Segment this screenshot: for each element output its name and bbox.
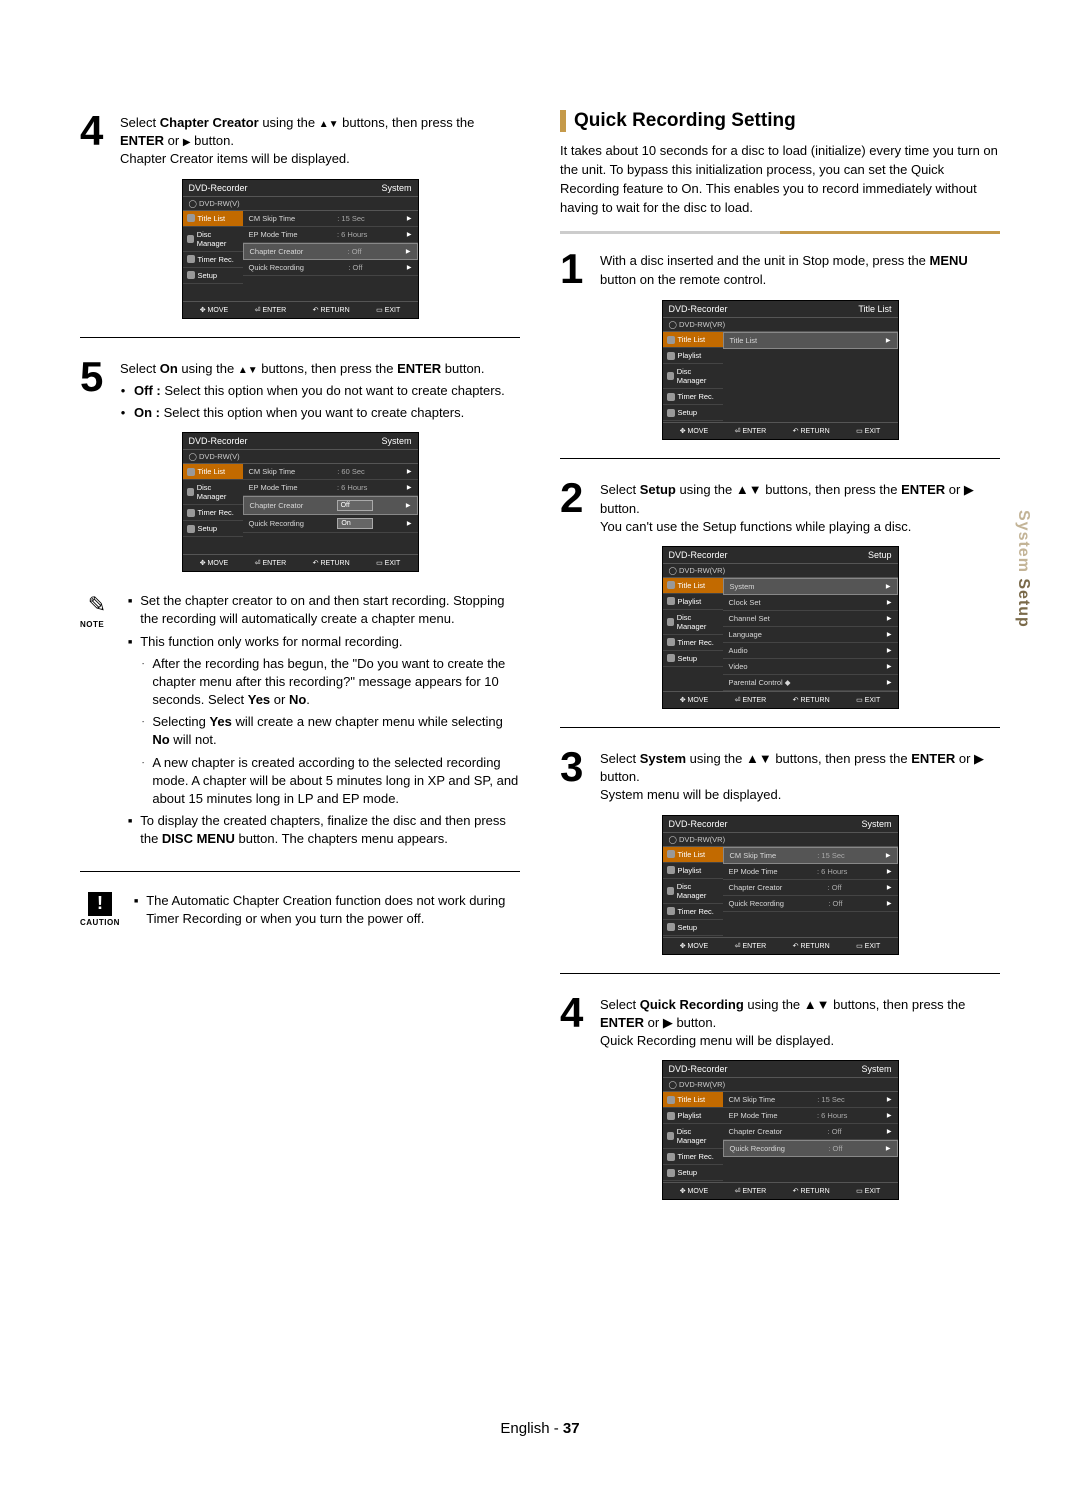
divider <box>560 727 1000 728</box>
t: The Automatic Chapter Creation function … <box>146 892 520 928</box>
r-step-4: 4 Select Quick Recording using the ▲▼ bu… <box>560 992 1000 1051</box>
step-text: Select System using the ▲▼ buttons, then… <box>600 746 1000 805</box>
divider <box>560 973 1000 974</box>
caution-icon-col: ! CAUTION <box>80 892 120 927</box>
page-footer: English - 37 <box>0 1420 1080 1437</box>
color-divider <box>560 231 1000 234</box>
t: using the <box>178 361 238 376</box>
t: Select this option when you do not want … <box>161 383 505 398</box>
play-icon: ▶ <box>183 137 191 148</box>
note-label: NOTE <box>80 620 114 629</box>
t: Setup <box>1015 573 1032 628</box>
divider <box>80 871 520 872</box>
section-heading: Quick Recording Setting <box>560 110 1000 132</box>
option-on: On : Select this option when you want to… <box>134 404 464 422</box>
step-text: Select Setup using the ▲▼ buttons, then … <box>600 477 1000 536</box>
t: button. <box>441 361 484 376</box>
t: buttons, then press the <box>339 115 475 130</box>
note-text: ■Set the chapter creator to on and then … <box>128 592 520 852</box>
step-text: Select Quick Recording using the ▲▼ butt… <box>600 992 1000 1051</box>
intro-paragraph: It takes about 10 seconds for a disc to … <box>560 142 1000 217</box>
step-subtext: System menu will be displayed. <box>600 786 1000 804</box>
footer-lang: English - <box>500 1420 563 1437</box>
divider <box>80 337 520 338</box>
step-text: Select Chapter Creator using the ▲▼ butt… <box>120 110 520 169</box>
right-column: Quick Recording Setting It takes about 1… <box>560 110 1000 1210</box>
r-step-2: 2 Select Setup using the ▲▼ buttons, the… <box>560 477 1000 536</box>
page-number: 37 <box>563 1420 580 1437</box>
t: using the <box>259 115 319 130</box>
option-off: Off : Select this option when you do not… <box>134 382 505 400</box>
heading-text: Quick Recording Setting <box>574 110 796 132</box>
note-icon-col: ✎ NOTE <box>80 592 114 629</box>
t: Select Setup using the ▲▼ buttons, then … <box>600 482 974 515</box>
t: Select Quick Recording using the ▲▼ butt… <box>600 997 965 1030</box>
caution-label: CAUTION <box>80 918 120 927</box>
t: Off : <box>134 383 161 398</box>
r-step-3: 3 Select System using the ▲▼ buttons, th… <box>560 746 1000 805</box>
step-subtext: Quick Recording menu will be displayed. <box>600 1032 1000 1050</box>
t: Select this option when you want to crea… <box>160 405 464 420</box>
step-text: With a disc inserted and the unit in Sto… <box>600 248 1000 288</box>
heading-bar-icon <box>560 110 566 132</box>
step-text: Select On using the ▲▼ buttons, then pre… <box>120 356 505 423</box>
up-down-icon: ▲▼ <box>238 365 258 376</box>
t: buttons, then press the <box>258 361 397 376</box>
note-list: ■Set the chapter creator to on and then … <box>128 592 520 651</box>
caution-text: ■The Automatic Chapter Creation function… <box>134 892 520 932</box>
t: System <box>1015 510 1032 573</box>
osd-r3: DVD-RecorderSystem◯ DVD-RW(VR)Title List… <box>662 815 899 955</box>
t: Select <box>120 115 160 130</box>
step-subtext: You can't use the Setup functions while … <box>600 518 1000 536</box>
step-number: 5 <box>80 356 110 398</box>
t: Chapter Creator <box>160 115 259 130</box>
bullet-icon: • <box>120 382 126 400</box>
t: On : <box>134 405 160 420</box>
osd-r4: DVD-RecorderSystem◯ DVD-RW(VR)Title List… <box>662 1060 899 1200</box>
t: Select <box>120 361 160 376</box>
step-subtext: Chapter Creator items will be displayed. <box>120 150 520 168</box>
caution-box: ! CAUTION ■The Automatic Chapter Creatio… <box>80 892 520 932</box>
note-box: ✎ NOTE ■Set the chapter creator to on an… <box>80 592 520 852</box>
osd-screenshot-2: DVD-RecorderSystem◯ DVD-RW(V)Title ListD… <box>182 432 419 572</box>
left-column: 4 Select Chapter Creator using the ▲▼ bu… <box>80 110 520 1210</box>
up-down-icon: ▲▼ <box>319 119 339 130</box>
t: ENTER <box>397 361 441 376</box>
step-number: 1 <box>560 248 590 290</box>
step-number: 3 <box>560 746 590 788</box>
divider <box>560 458 1000 459</box>
step-number: 4 <box>80 110 110 152</box>
step-number: 2 <box>560 477 590 519</box>
side-tab: System Setup <box>1014 510 1032 628</box>
t: Select System using the ▲▼ buttons, then… <box>600 751 984 784</box>
t: ENTER <box>120 133 164 148</box>
caution-icon: ! <box>88 892 112 916</box>
step-4: 4 Select Chapter Creator using the ▲▼ bu… <box>80 110 520 169</box>
note-last: ■To display the created chapters, finali… <box>128 812 520 848</box>
osd-screenshot-1: DVD-RecorderSystem◯ DVD-RW(V)Title ListD… <box>182 179 419 319</box>
t: or <box>164 133 183 148</box>
step-5: 5 Select On using the ▲▼ buttons, then p… <box>80 356 520 423</box>
step-number: 4 <box>560 992 590 1034</box>
t: To display the created chapters, finaliz… <box>140 812 520 848</box>
r-step-1: 1 With a disc inserted and the unit in S… <box>560 248 1000 290</box>
osd-r2: DVD-RecorderSetup◯ DVD-RW(VR)Title ListP… <box>662 546 899 709</box>
note-icon: ✎ <box>80 592 114 618</box>
osd-r1: DVD-RecorderTitle List◯ DVD-RW(VR)Title … <box>662 300 899 440</box>
bullet-icon: • <box>120 404 126 422</box>
note-sublist: -After the recording has begun, the "Do … <box>142 655 520 809</box>
t: button. <box>191 133 234 148</box>
t: On <box>160 361 178 376</box>
